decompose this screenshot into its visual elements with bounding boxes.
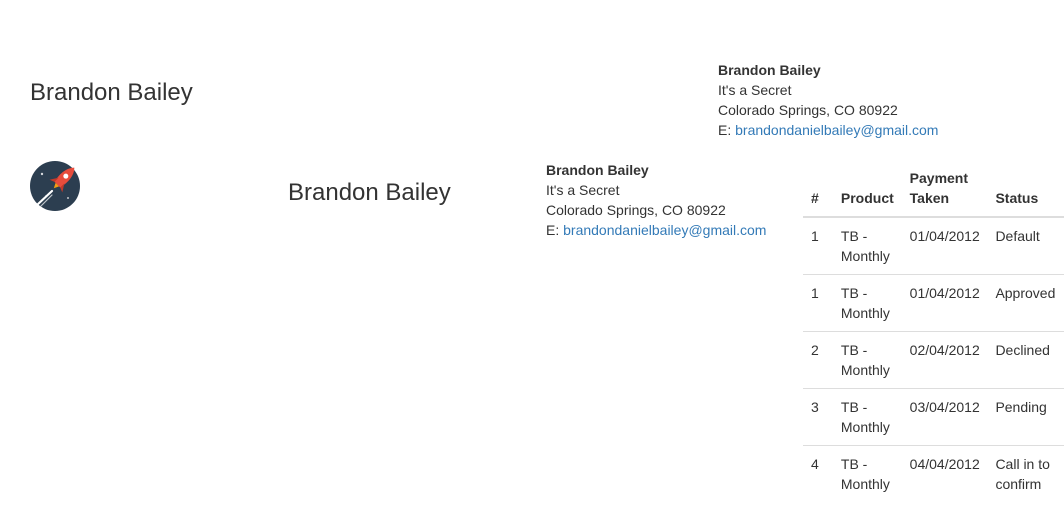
email-link[interactable]: brandondanielbailey@gmail.com	[735, 122, 938, 138]
cell-number: 2	[803, 331, 841, 389]
address-name: Brandon Bailey	[546, 162, 649, 178]
cell-date: 03/04/2012	[909, 388, 996, 446]
cell-status: Default	[995, 228, 1040, 244]
cell-product: TB - Monthly	[840, 388, 910, 446]
cell-date: 02/04/2012	[909, 331, 996, 389]
address-email-line: E: brandondanielbailey@gmail.com	[546, 220, 766, 240]
table-row: 4 TB - Monthly 04/04/2012 Call in to con…	[803, 445, 1064, 502]
rocket-icon	[30, 160, 81, 211]
address-name: Brandon Bailey	[718, 62, 821, 78]
email-prefix: E:	[718, 122, 736, 138]
cell-number: 4	[803, 445, 841, 502]
col-header-product: Product	[840, 160, 910, 218]
table-row: 3 TB - Monthly 03/04/2012 Pending	[803, 388, 1064, 446]
address-line1: It's a Secret	[718, 82, 792, 98]
col-header-number: #	[803, 160, 841, 218]
col-header-status: Status	[995, 160, 1064, 218]
cell-product: TB - Monthly	[840, 274, 910, 332]
header-address: Brandon Bailey It's a Secret Colorado Sp…	[718, 60, 938, 140]
cell-product: TB - Monthly	[840, 445, 910, 502]
cell-status: Call in to confirm	[995, 445, 1064, 502]
cell-number: 3	[803, 388, 841, 446]
cell-status: Declined	[995, 331, 1064, 389]
cell-number: 1	[811, 228, 819, 244]
invoice-title: Brandon Bailey	[288, 179, 451, 206]
invoice-address: Brandon Bailey It's a Secret Colorado Sp…	[546, 160, 766, 240]
cell-status: Pending	[995, 388, 1064, 446]
page-title: Brandon Bailey	[30, 79, 193, 106]
email-prefix: E:	[546, 222, 564, 238]
table-row: 1 TB - Monthly 01/04/2012 Approved	[803, 274, 1064, 332]
table-header-row: # Product Payment Taken Status	[803, 160, 1064, 218]
cell-product: TB - Monthly	[840, 228, 890, 264]
cell-date: 01/04/2012	[909, 274, 996, 332]
email-link[interactable]: brandondanielbailey@gmail.com	[563, 222, 766, 238]
table-row: 2 TB - Monthly 02/04/2012 Declined	[803, 331, 1064, 389]
address-line2: Colorado Springs, CO 80922	[546, 202, 726, 218]
col-header-payment-taken: Payment Taken	[909, 160, 996, 218]
address-line1: It's a Secret	[546, 182, 620, 198]
table-row: 1 TB - Monthly 01/04/2012 Default	[803, 217, 1064, 275]
payments-table: # Product Payment Taken Status 1 TB - Mo…	[803, 160, 1064, 502]
cell-date: 04/04/2012	[909, 445, 996, 502]
cell-number: 1	[803, 274, 841, 332]
address-email-line: E: brandondanielbailey@gmail.com	[718, 120, 938, 140]
cell-product: TB - Monthly	[840, 331, 910, 389]
cell-status: Approved	[995, 274, 1064, 332]
cell-date: 01/04/2012	[909, 228, 980, 244]
address-line2: Colorado Springs, CO 80922	[718, 102, 898, 118]
